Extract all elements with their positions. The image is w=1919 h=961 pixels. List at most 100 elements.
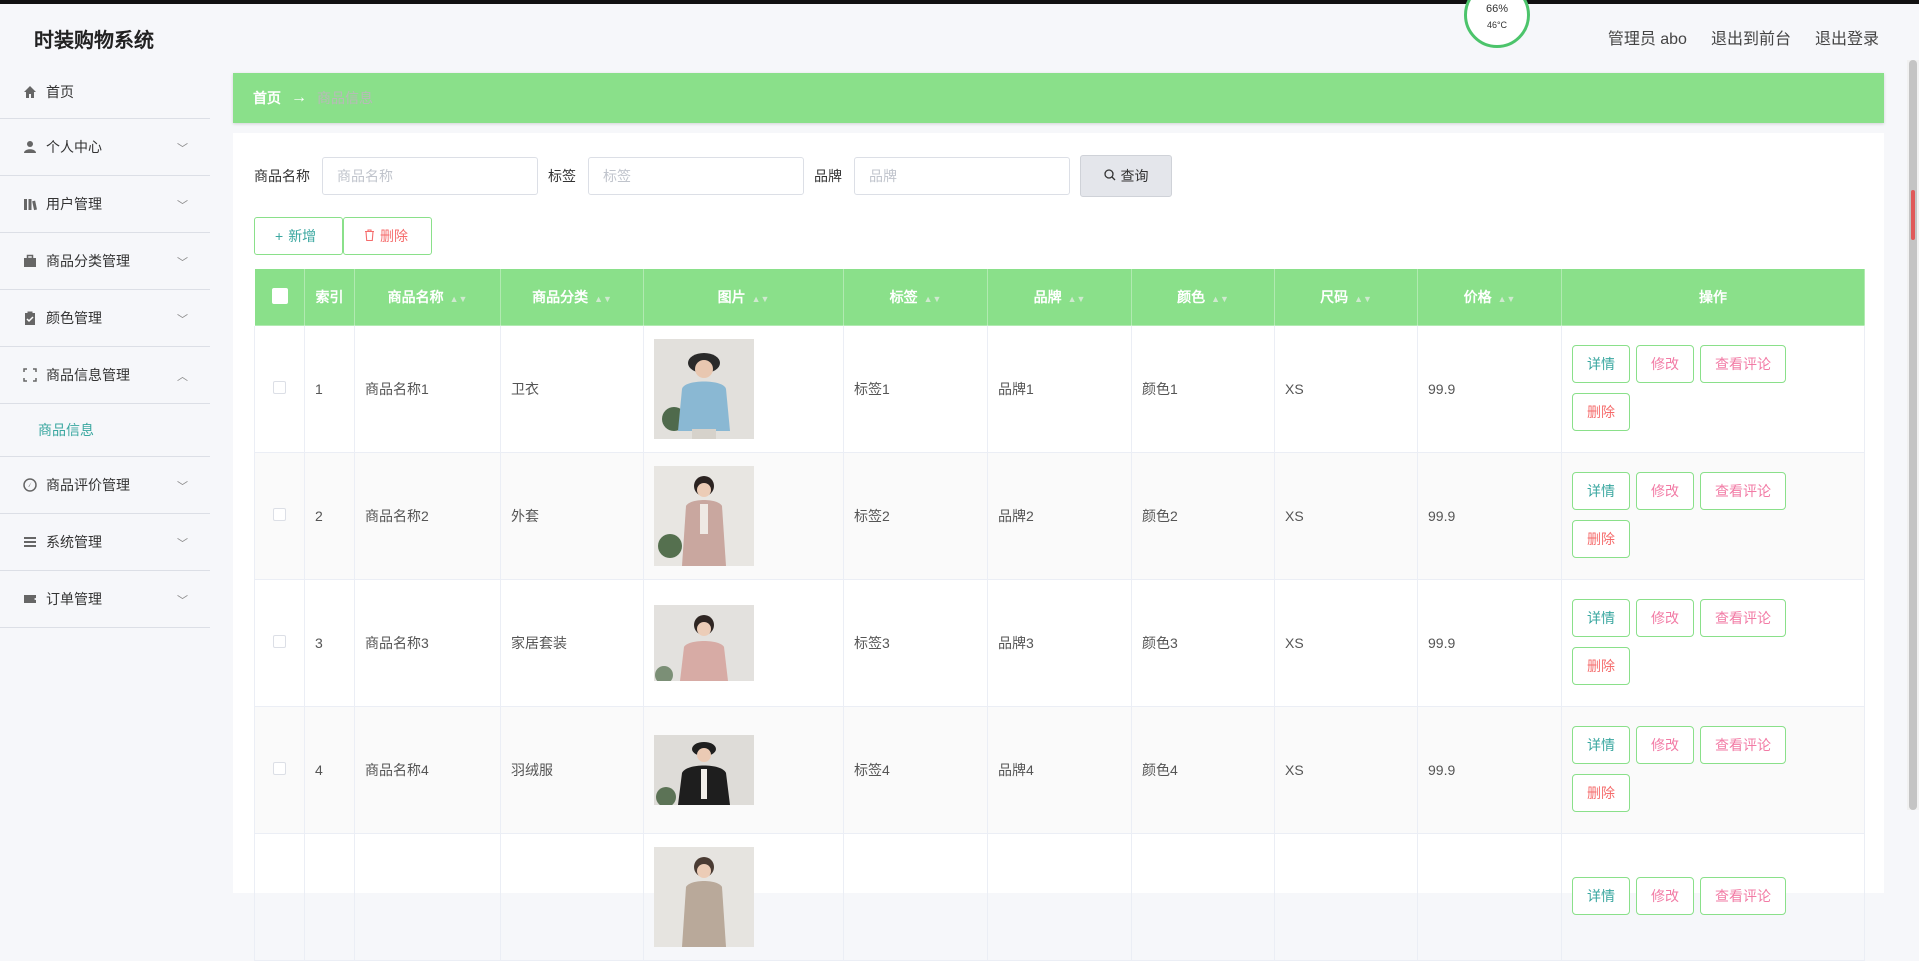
table-row: 4 商品名称4 羽绒服 标签4 品牌4 颜色4 XS 99.9 详情 修改 查看… (254, 706, 1865, 834)
product-image[interactable] (654, 339, 754, 439)
detail-button[interactable]: 详情 (1572, 345, 1630, 383)
edit-button[interactable]: 修改 (1636, 472, 1694, 510)
row-image-cell (643, 452, 844, 580)
row-image-cell (643, 325, 844, 453)
row-name: 商品名称2 (354, 452, 501, 580)
edit-button[interactable]: 修改 (1636, 877, 1694, 915)
query-button[interactable]: 查询 (1080, 155, 1172, 197)
product-image[interactable] (654, 605, 754, 681)
view-comments-button[interactable]: 查看评论 (1700, 599, 1786, 637)
column-header[interactable]: 商品分类 ▲▼ (500, 268, 644, 326)
column-header[interactable]: 商品名称 ▲▼ (354, 268, 501, 326)
main-content: 首页 → 商品信息 商品名称 标签 品牌 查询 + 新增 删除 (233, 73, 1884, 961)
scrollbar-thumb[interactable] (1909, 60, 1917, 810)
row-index: 4 (304, 706, 355, 834)
delete-row-button[interactable]: 删除 (1572, 774, 1630, 812)
view-comments-button[interactable]: 查看评论 (1700, 877, 1786, 915)
logout-link[interactable]: 退出登录 (1815, 25, 1879, 49)
delete-row-button[interactable]: 删除 (1572, 393, 1630, 431)
view-comments-button[interactable]: 查看评论 (1700, 345, 1786, 383)
row-ops: 详情 修改 查看评论 删除 (1561, 706, 1865, 834)
sidebar-item-color[interactable]: 颜色管理 ﹀ (0, 290, 210, 347)
product-image[interactable] (654, 735, 754, 805)
column-header[interactable]: 图片 ▲▼ (643, 268, 844, 326)
column-header: 操作 (1561, 268, 1865, 326)
view-comments-button[interactable]: 查看评论 (1700, 726, 1786, 764)
page-scrollbar[interactable] (1907, 60, 1919, 810)
breadcrumb-arrow-icon: → (291, 89, 307, 106)
ticket-icon (22, 591, 38, 607)
detail-button[interactable]: 详情 (1572, 599, 1630, 637)
row-checkbox[interactable] (254, 325, 305, 453)
column-header[interactable]: 价格 ▲▼ (1417, 268, 1562, 326)
query-button-label: 查询 (1120, 168, 1149, 184)
edit-button[interactable]: 修改 (1636, 599, 1694, 637)
sidebar-subitem-product-info[interactable]: 商品信息 (0, 404, 210, 457)
column-header[interactable]: 品牌 ▲▼ (987, 268, 1132, 326)
row-size: XS (1274, 579, 1418, 707)
row-image-cell (643, 833, 844, 961)
menu-icon (22, 534, 38, 550)
breadcrumb-current: 商品信息 (317, 90, 373, 106)
row-price: 99.9 (1417, 325, 1562, 453)
sidebar-item-personal[interactable]: 个人中心 ﹀ (0, 119, 210, 176)
table-row: 3 商品名称3 家居套装 标签3 品牌3 颜色3 XS 99.9 详情 修改 查… (254, 579, 1865, 707)
sort-icon: ▲▼ (449, 294, 468, 304)
breadcrumb-home[interactable]: 首页 (253, 88, 281, 108)
table-row: 2 商品名称2 外套 标签2 品牌2 颜色2 XS 99.9 详情 修改 查看评… (254, 452, 1865, 580)
row-price: 99.9 (1417, 452, 1562, 580)
home-icon (22, 84, 38, 100)
tag-label: 标签 (548, 168, 576, 184)
row-category: 卫衣 (500, 325, 644, 453)
column-header[interactable]: 颜色 ▲▼ (1131, 268, 1275, 326)
row-brand: 品牌3 (987, 579, 1132, 707)
sidebar: 首页 个人中心 ﹀ 用户管理 ﹀ 商品分类管理 ﹀ 颜色管理 ﹀ 商品信息管理 … (0, 66, 210, 888)
batch-delete-button[interactable]: 删除 (343, 217, 432, 255)
row-color: 颜色2 (1131, 452, 1275, 580)
product-name-input[interactable] (322, 157, 538, 195)
brand-input[interactable] (854, 157, 1070, 195)
top-header: 时装购物系统 66% 46°C 管理员 abo 退出到前台 退出登录 (0, 0, 1919, 66)
tag-input[interactable] (588, 157, 804, 195)
add-button[interactable]: + 新增 (254, 217, 343, 255)
chevron-down-icon: ﹀ (177, 314, 188, 326)
row-checkbox[interactable] (254, 706, 305, 834)
product-image[interactable] (654, 847, 754, 947)
sidebar-item-label: 商品信息管理 (46, 367, 130, 383)
select-all-checkbox[interactable] (254, 268, 305, 326)
sidebar-item-users[interactable]: 用户管理 ﹀ (0, 176, 210, 233)
row-name: 商品名称3 (354, 579, 501, 707)
view-comments-button[interactable]: 查看评论 (1700, 472, 1786, 510)
detail-button[interactable]: 详情 (1572, 472, 1630, 510)
delete-row-button[interactable]: 删除 (1572, 647, 1630, 685)
row-image-cell (643, 706, 844, 834)
users-icon (22, 196, 38, 212)
detail-button[interactable]: 详情 (1572, 726, 1630, 764)
row-checkbox[interactable] (254, 452, 305, 580)
sidebar-item-product-info[interactable]: 商品信息管理 ︿ (0, 347, 210, 404)
column-header[interactable]: 尺码 ▲▼ (1274, 268, 1418, 326)
row-name: 商品名称4 (354, 706, 501, 834)
sidebar-item-category[interactable]: 商品分类管理 ﹀ (0, 233, 210, 290)
exit-to-front-link[interactable]: 退出到前台 (1711, 25, 1791, 49)
edit-button[interactable]: 修改 (1636, 345, 1694, 383)
sidebar-item-reviews[interactable]: 商品评价管理 ﹀ (0, 457, 210, 514)
sort-icon: ▲▼ (1211, 294, 1229, 304)
detail-button[interactable]: 详情 (1572, 877, 1630, 915)
delete-row-button[interactable]: 删除 (1572, 520, 1630, 558)
row-ops: 详情 修改 查看评论 删除 (1561, 325, 1865, 453)
sidebar-item-orders[interactable]: 订单管理 ﹀ (0, 571, 210, 628)
sort-icon: ▲▼ (1497, 294, 1516, 304)
row-ops: 详情 修改 查看评论 删除 (1561, 452, 1865, 580)
trash-icon (364, 228, 375, 244)
row-checkbox[interactable] (254, 579, 305, 707)
chevron-down-icon: ﹀ (177, 200, 188, 212)
edit-button[interactable]: 修改 (1636, 726, 1694, 764)
sidebar-item-system[interactable]: 系统管理 ﹀ (0, 514, 210, 571)
delete-button-label: 删除 (380, 228, 408, 244)
row-tag: 标签4 (843, 706, 988, 834)
column-header[interactable]: 标签 ▲▼ (843, 268, 988, 326)
product-image[interactable] (654, 466, 754, 566)
sidebar-item-home[interactable]: 首页 (0, 66, 210, 119)
row-brand: 品牌4 (987, 706, 1132, 834)
